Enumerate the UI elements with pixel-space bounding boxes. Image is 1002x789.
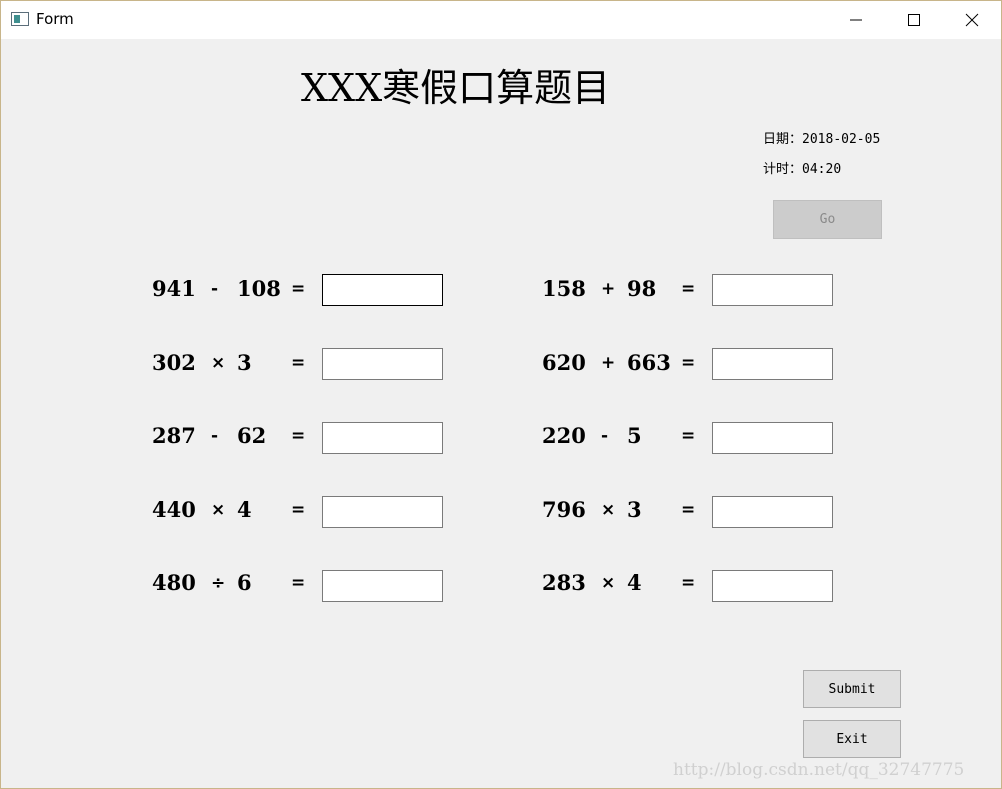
maximize-button[interactable] xyxy=(885,1,943,39)
operator: - xyxy=(211,426,219,446)
operand-a: 302 xyxy=(152,350,196,375)
operand-a: 440 xyxy=(152,497,196,522)
operand-b: 3 xyxy=(237,350,252,375)
date-label: 日期： xyxy=(763,132,803,147)
operand-a: 283 xyxy=(542,570,586,595)
answer-input[interactable] xyxy=(712,570,833,602)
equals-sign: = xyxy=(291,353,306,373)
window-title: Form xyxy=(36,10,74,28)
answer-input[interactable] xyxy=(322,422,443,454)
operand-a: 287 xyxy=(152,423,196,448)
operator: × xyxy=(211,353,226,373)
operator: × xyxy=(601,573,616,593)
answer-input[interactable] xyxy=(322,570,443,602)
operator: ÷ xyxy=(211,573,226,593)
page-title: XXX寒假口算题目 xyxy=(301,66,611,110)
operator: × xyxy=(601,500,616,520)
equals-sign: = xyxy=(681,426,696,446)
go-button[interactable]: Go xyxy=(773,200,882,239)
equals-sign: = xyxy=(681,573,696,593)
minimize-icon xyxy=(850,19,862,21)
equals-sign: = xyxy=(681,353,696,373)
operand-b: 6 xyxy=(237,570,252,595)
answer-input[interactable] xyxy=(712,348,833,380)
answer-input[interactable] xyxy=(322,496,443,528)
form-window-icon xyxy=(11,12,29,26)
answer-input[interactable] xyxy=(322,274,443,306)
operand-b: 663 xyxy=(627,350,671,375)
operator: + xyxy=(601,279,616,299)
operand-b: 3 xyxy=(627,497,642,522)
operand-b: 4 xyxy=(627,570,642,595)
operator: - xyxy=(601,426,609,446)
timer-display: 计时：04:20 xyxy=(763,158,841,177)
operand-a: 480 xyxy=(152,570,196,595)
exit-button[interactable]: Exit xyxy=(803,720,901,758)
operand-b: 5 xyxy=(627,423,642,448)
submit-button[interactable]: Submit xyxy=(803,670,901,708)
operand-a: 941 xyxy=(152,276,196,301)
operand-b: 62 xyxy=(237,423,267,448)
equals-sign: = xyxy=(681,500,696,520)
equals-sign: = xyxy=(291,426,306,446)
operand-a: 796 xyxy=(542,497,586,522)
timer-label: 计时： xyxy=(763,162,803,177)
title-bar[interactable]: Form xyxy=(1,1,1001,39)
operator: - xyxy=(211,279,219,299)
operand-b: 108 xyxy=(237,276,281,301)
close-icon xyxy=(965,13,979,27)
answer-input[interactable] xyxy=(712,422,833,454)
timer-value: 04:20 xyxy=(802,162,842,177)
operator: + xyxy=(601,353,616,373)
watermark: http://blog.csdn.net/qq_32747775 xyxy=(673,760,965,780)
date-value: 2018-02-05 xyxy=(802,132,881,147)
minimize-button[interactable] xyxy=(827,1,885,39)
operand-a: 220 xyxy=(542,423,586,448)
operand-b: 98 xyxy=(627,276,657,301)
form-window: Form XXX寒假口算题目 日期：2018-02-05 计时：04:20 Go… xyxy=(0,0,1002,789)
operand-a: 620 xyxy=(542,350,586,375)
date-display: 日期：2018-02-05 xyxy=(763,128,880,147)
equals-sign: = xyxy=(291,573,306,593)
answer-input[interactable] xyxy=(712,496,833,528)
close-button[interactable] xyxy=(943,1,1001,39)
answer-input[interactable] xyxy=(712,274,833,306)
answer-input[interactable] xyxy=(322,348,443,380)
equals-sign: = xyxy=(291,279,306,299)
operand-a: 158 xyxy=(542,276,586,301)
equals-sign: = xyxy=(291,500,306,520)
equals-sign: = xyxy=(681,279,696,299)
operator: × xyxy=(211,500,226,520)
operand-b: 4 xyxy=(237,497,252,522)
maximize-icon xyxy=(908,14,920,26)
